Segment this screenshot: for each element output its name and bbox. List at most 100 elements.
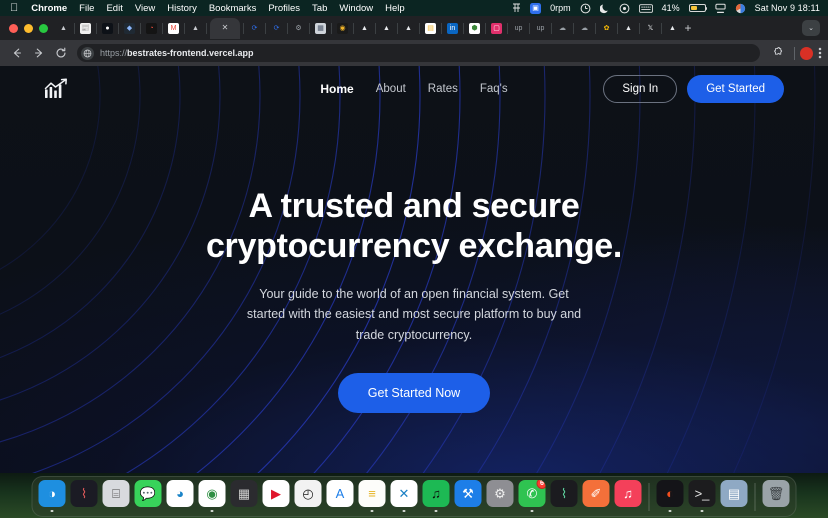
dock-terminal[interactable]: >_ xyxy=(688,480,717,513)
dock-app-store[interactable]: A xyxy=(326,480,355,513)
tab-cloud[interactable]: ☁ xyxy=(555,18,570,38)
globe-icon[interactable] xyxy=(81,46,94,60)
three-dot-menu-icon[interactable] xyxy=(818,46,822,60)
new-tab-button[interactable]: + xyxy=(680,21,696,35)
get-started-button[interactable]: Get Started xyxy=(687,75,784,103)
menu-history[interactable]: History xyxy=(167,3,197,14)
menu-bookmarks[interactable]: Bookmarks xyxy=(209,3,257,14)
dock-calculator[interactable]: ▦ xyxy=(230,480,259,513)
tab-loading-blue-2[interactable]: ⟳ xyxy=(269,18,284,38)
tab-settings[interactable]: ⚙ xyxy=(291,18,306,38)
address-bar[interactable]: https://bestrates-frontend.vercel.app xyxy=(77,44,760,62)
bar-chart-growth-logo[interactable] xyxy=(44,77,72,101)
tab-chromeapp[interactable]: ◉ xyxy=(335,18,350,38)
figma-icon[interactable] xyxy=(512,3,521,13)
tab-drive-2[interactable]: ▲ xyxy=(379,18,394,38)
record-circle-icon[interactable] xyxy=(619,3,630,14)
tab-collapsed[interactable]: ▲ xyxy=(188,18,203,38)
menu-window[interactable]: Window xyxy=(339,3,373,14)
tab-github[interactable]: ● xyxy=(100,18,115,38)
screen-mirror-icon[interactable] xyxy=(715,3,726,14)
dock-system-settings[interactable]: ⚙ xyxy=(486,480,515,513)
tab-x[interactable]: 𝕏 xyxy=(643,18,658,38)
dock-messages[interactable]: 💬 xyxy=(134,480,163,513)
battery-percentage: 41% xyxy=(661,3,680,13)
menu-view[interactable]: View xyxy=(135,3,155,14)
tab-divider xyxy=(661,22,662,34)
minimize-window-button[interactable] xyxy=(24,23,33,33)
menu-file[interactable]: File xyxy=(79,3,94,14)
reload-icon[interactable] xyxy=(50,42,72,64)
dock-finder[interactable]: ◑ xyxy=(38,480,67,513)
dock-edge[interactable]: ◕ xyxy=(166,480,195,513)
forward-arrow-icon[interactable] xyxy=(28,42,50,64)
tab-active-vercel[interactable]: ✕ xyxy=(210,17,240,39)
tab-search-chevron-down-icon[interactable]: ⌄ xyxy=(802,20,820,36)
dock-media-player[interactable]: ▶ xyxy=(262,480,291,513)
tab-upwork-2[interactable]: up xyxy=(533,18,548,38)
maximize-window-button[interactable] xyxy=(39,23,48,33)
profile-avatar-icon[interactable] xyxy=(800,46,813,60)
tab-drive-4[interactable]: ▲ xyxy=(621,18,636,38)
menu-edit[interactable]: Edit xyxy=(106,3,122,14)
nav-link-rates[interactable]: Rates xyxy=(428,83,458,95)
extensions-puzzle-icon[interactable] xyxy=(767,42,789,64)
dock-music[interactable]: ♫ xyxy=(614,480,643,513)
triangle-up-icon: ▲ xyxy=(58,22,69,34)
tab-gmail[interactable]: M xyxy=(166,18,181,38)
dock-activity-monitor[interactable]: ⌇ xyxy=(550,480,579,513)
back-arrow-icon[interactable] xyxy=(6,42,28,64)
dock-figma[interactable]: ◐ xyxy=(656,480,685,513)
app-monitor-icon[interactable]: ▣ xyxy=(530,2,542,14)
notion-favicon: ◆ xyxy=(124,22,135,34)
tab-google-photos[interactable]: ✿ xyxy=(599,18,614,38)
clock-circle-icon[interactable] xyxy=(580,3,591,14)
tab-chevron-left[interactable]: ▲ xyxy=(56,18,71,38)
menu-profiles[interactable]: Profiles xyxy=(268,3,300,14)
get-started-now-button[interactable]: Get Started Now xyxy=(337,372,491,413)
menubar-clock[interactable]: Sat Nov 9 18:11 xyxy=(755,3,820,13)
drive-favicon: ▲ xyxy=(403,22,414,34)
tab-news[interactable]: 📰 xyxy=(78,18,93,38)
dock-digital-color-meter[interactable]: ✐ xyxy=(582,480,611,513)
battery-icon[interactable] xyxy=(688,3,708,13)
sign-in-button[interactable]: Sign In xyxy=(603,75,678,103)
menu-tab[interactable]: Tab xyxy=(312,3,327,14)
menu-app-name[interactable]: Chrome xyxy=(31,3,67,14)
tab-upwork[interactable]: up xyxy=(511,18,526,38)
close-window-button[interactable] xyxy=(9,23,18,33)
tab-loading-blue[interactable]: ⟳ xyxy=(247,18,262,38)
tab-cloud-2[interactable]: ☁ xyxy=(577,18,592,38)
tab-docs[interactable]: ▤ xyxy=(423,18,438,38)
dock-chrome[interactable]: ◉ xyxy=(198,480,227,513)
dock-launchpad[interactable]: ⌸ xyxy=(102,480,131,513)
dock-audio-editor[interactable]: ⌇ xyxy=(70,480,99,513)
keyboard-icon[interactable] xyxy=(638,3,653,13)
tab-instagram[interactable]: ▢ xyxy=(489,18,504,38)
dock-vscode[interactable]: ✕ xyxy=(390,480,419,513)
tab-drive-5[interactable]: ▲ xyxy=(665,18,680,38)
dock-spotify[interactable]: ♫ xyxy=(422,480,451,513)
tab-speedtest[interactable]: ◔ xyxy=(144,18,159,38)
tab-nodejs[interactable]: ⬢ xyxy=(467,18,482,38)
display-profile-icon[interactable] xyxy=(735,3,746,14)
tab-drive-3[interactable]: ▲ xyxy=(401,18,416,38)
menu-help[interactable]: Help xyxy=(385,3,405,14)
dock-trash[interactable]: 🗑 xyxy=(762,480,791,513)
tab-drive[interactable]: ▲ xyxy=(357,18,372,38)
dock-whatsapp[interactable]: ✆ 6 xyxy=(518,480,547,513)
tab-notion[interactable]: ◆ xyxy=(122,18,137,38)
play-circle-icon: ▶ xyxy=(262,480,290,507)
nav-link-faqs[interactable]: Faq's xyxy=(480,83,508,95)
nav-link-about[interactable]: About xyxy=(376,83,406,95)
dock-clock[interactable]: ◴ xyxy=(294,480,323,513)
tab-linkedin[interactable]: in xyxy=(445,18,460,38)
tab-photo[interactable]: ▦ xyxy=(313,18,328,38)
nav-link-home[interactable]: Home xyxy=(320,82,353,96)
apple-icon[interactable]:  xyxy=(10,2,18,14)
moon-icon[interactable] xyxy=(599,3,610,14)
dock-notes[interactable]: ≡ xyxy=(358,480,387,513)
dock-downloads[interactable]: ▤ xyxy=(720,480,749,513)
close-icon[interactable]: ✕ xyxy=(222,24,229,32)
dock-xcode[interactable]: ⚒ xyxy=(454,480,483,513)
